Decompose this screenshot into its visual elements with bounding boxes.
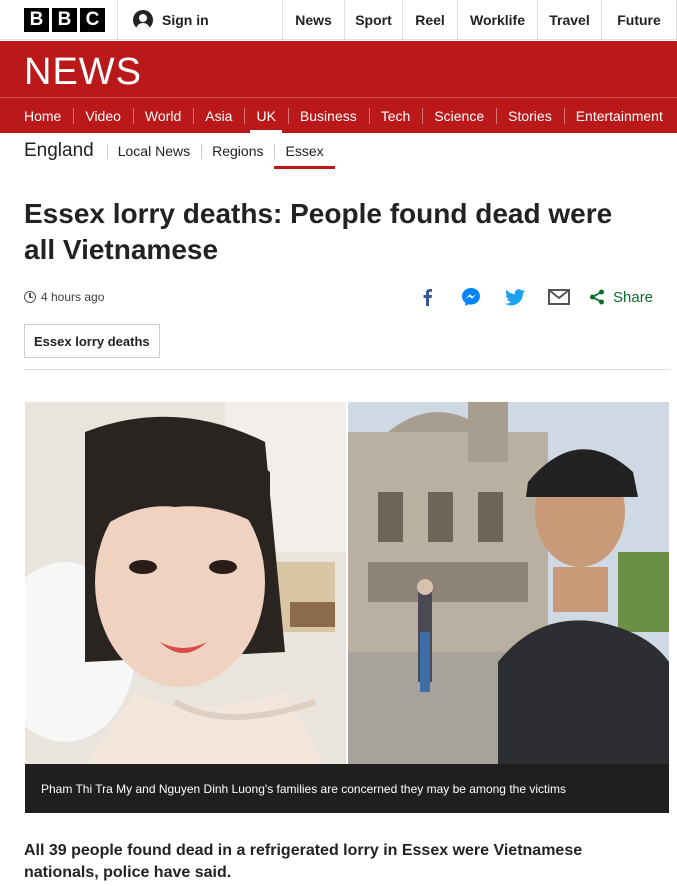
top-nav-reel[interactable]: Reel bbox=[403, 0, 458, 40]
article-timestamp: 4 hours ago bbox=[24, 290, 104, 304]
sub-nav: England Local News Regions Essex bbox=[0, 133, 677, 169]
clock-icon bbox=[24, 291, 36, 303]
share-icon[interactable] bbox=[585, 285, 609, 309]
share-tools: Share bbox=[415, 285, 653, 309]
article-headline: Essex lorry deaths: People found dead we… bbox=[24, 198, 613, 265]
nav-item-stories[interactable]: Stories bbox=[496, 98, 564, 134]
divider bbox=[24, 369, 670, 370]
top-bar: B B C Sign in News Sport Reel Worklife T… bbox=[0, 0, 677, 40]
photo-nguyen-dinh-luong bbox=[348, 402, 669, 764]
subnav-item-regions[interactable]: Regions bbox=[201, 133, 274, 169]
news-header: NEWS Home Video World Asia UK Business T… bbox=[0, 41, 677, 134]
bbc-logo[interactable]: B B C bbox=[24, 8, 105, 32]
bbc-logo-letter: B bbox=[52, 8, 77, 32]
messenger-icon[interactable] bbox=[459, 285, 483, 309]
top-nav-worklife[interactable]: Worklife bbox=[458, 0, 538, 40]
subnav-item-essex[interactable]: Essex bbox=[274, 133, 335, 169]
nav-item-home[interactable]: Home bbox=[0, 98, 73, 134]
section-title[interactable]: England bbox=[24, 140, 94, 162]
nav-item-entertainment[interactable]: Entertainment bbox=[563, 98, 675, 134]
top-nav-travel[interactable]: Travel bbox=[538, 0, 602, 40]
article-intro: All 39 people found dead in a refrigerat… bbox=[24, 842, 583, 881]
photo-pham-thi-tra-my bbox=[25, 402, 346, 764]
twitter-icon[interactable] bbox=[503, 285, 527, 309]
facebook-icon[interactable] bbox=[415, 285, 439, 309]
subnav-item-local-news[interactable]: Local News bbox=[106, 133, 201, 169]
news-wordmark[interactable]: NEWS bbox=[24, 51, 142, 94]
main-nav: Home Video World Asia UK Business Tech S… bbox=[0, 97, 677, 134]
selfie-illustration bbox=[348, 402, 669, 764]
share-label[interactable]: Share bbox=[613, 289, 653, 306]
topic-tag[interactable]: Essex lorry deaths bbox=[24, 324, 160, 358]
bbc-logo-letter: B bbox=[24, 8, 49, 32]
nav-item-world[interactable]: World bbox=[132, 98, 193, 134]
top-nav-future[interactable]: Future bbox=[602, 0, 677, 40]
nav-item-video[interactable]: Video bbox=[73, 98, 133, 134]
sign-in-button[interactable]: Sign in bbox=[117, 0, 283, 40]
top-nav-news[interactable]: News bbox=[283, 0, 345, 40]
nav-item-asia[interactable]: Asia bbox=[193, 98, 244, 134]
portrait-illustration bbox=[25, 402, 346, 764]
top-nav: News Sport Reel Worklife Travel Future bbox=[283, 0, 677, 40]
sign-in-label: Sign in bbox=[162, 12, 209, 28]
nav-item-uk[interactable]: UK bbox=[244, 98, 287, 134]
user-icon bbox=[133, 10, 153, 30]
bbc-logo-letter: C bbox=[80, 8, 105, 32]
nav-item-tech[interactable]: Tech bbox=[368, 98, 423, 134]
email-icon[interactable] bbox=[547, 285, 571, 309]
image-caption: Pham Thi Tra My and Nguyen Dinh Luong's … bbox=[25, 764, 669, 813]
top-nav-sport[interactable]: Sport bbox=[345, 0, 403, 40]
timestamp-text: 4 hours ago bbox=[41, 290, 105, 304]
nav-item-science[interactable]: Science bbox=[422, 98, 496, 134]
nav-item-business[interactable]: Business bbox=[287, 98, 369, 134]
